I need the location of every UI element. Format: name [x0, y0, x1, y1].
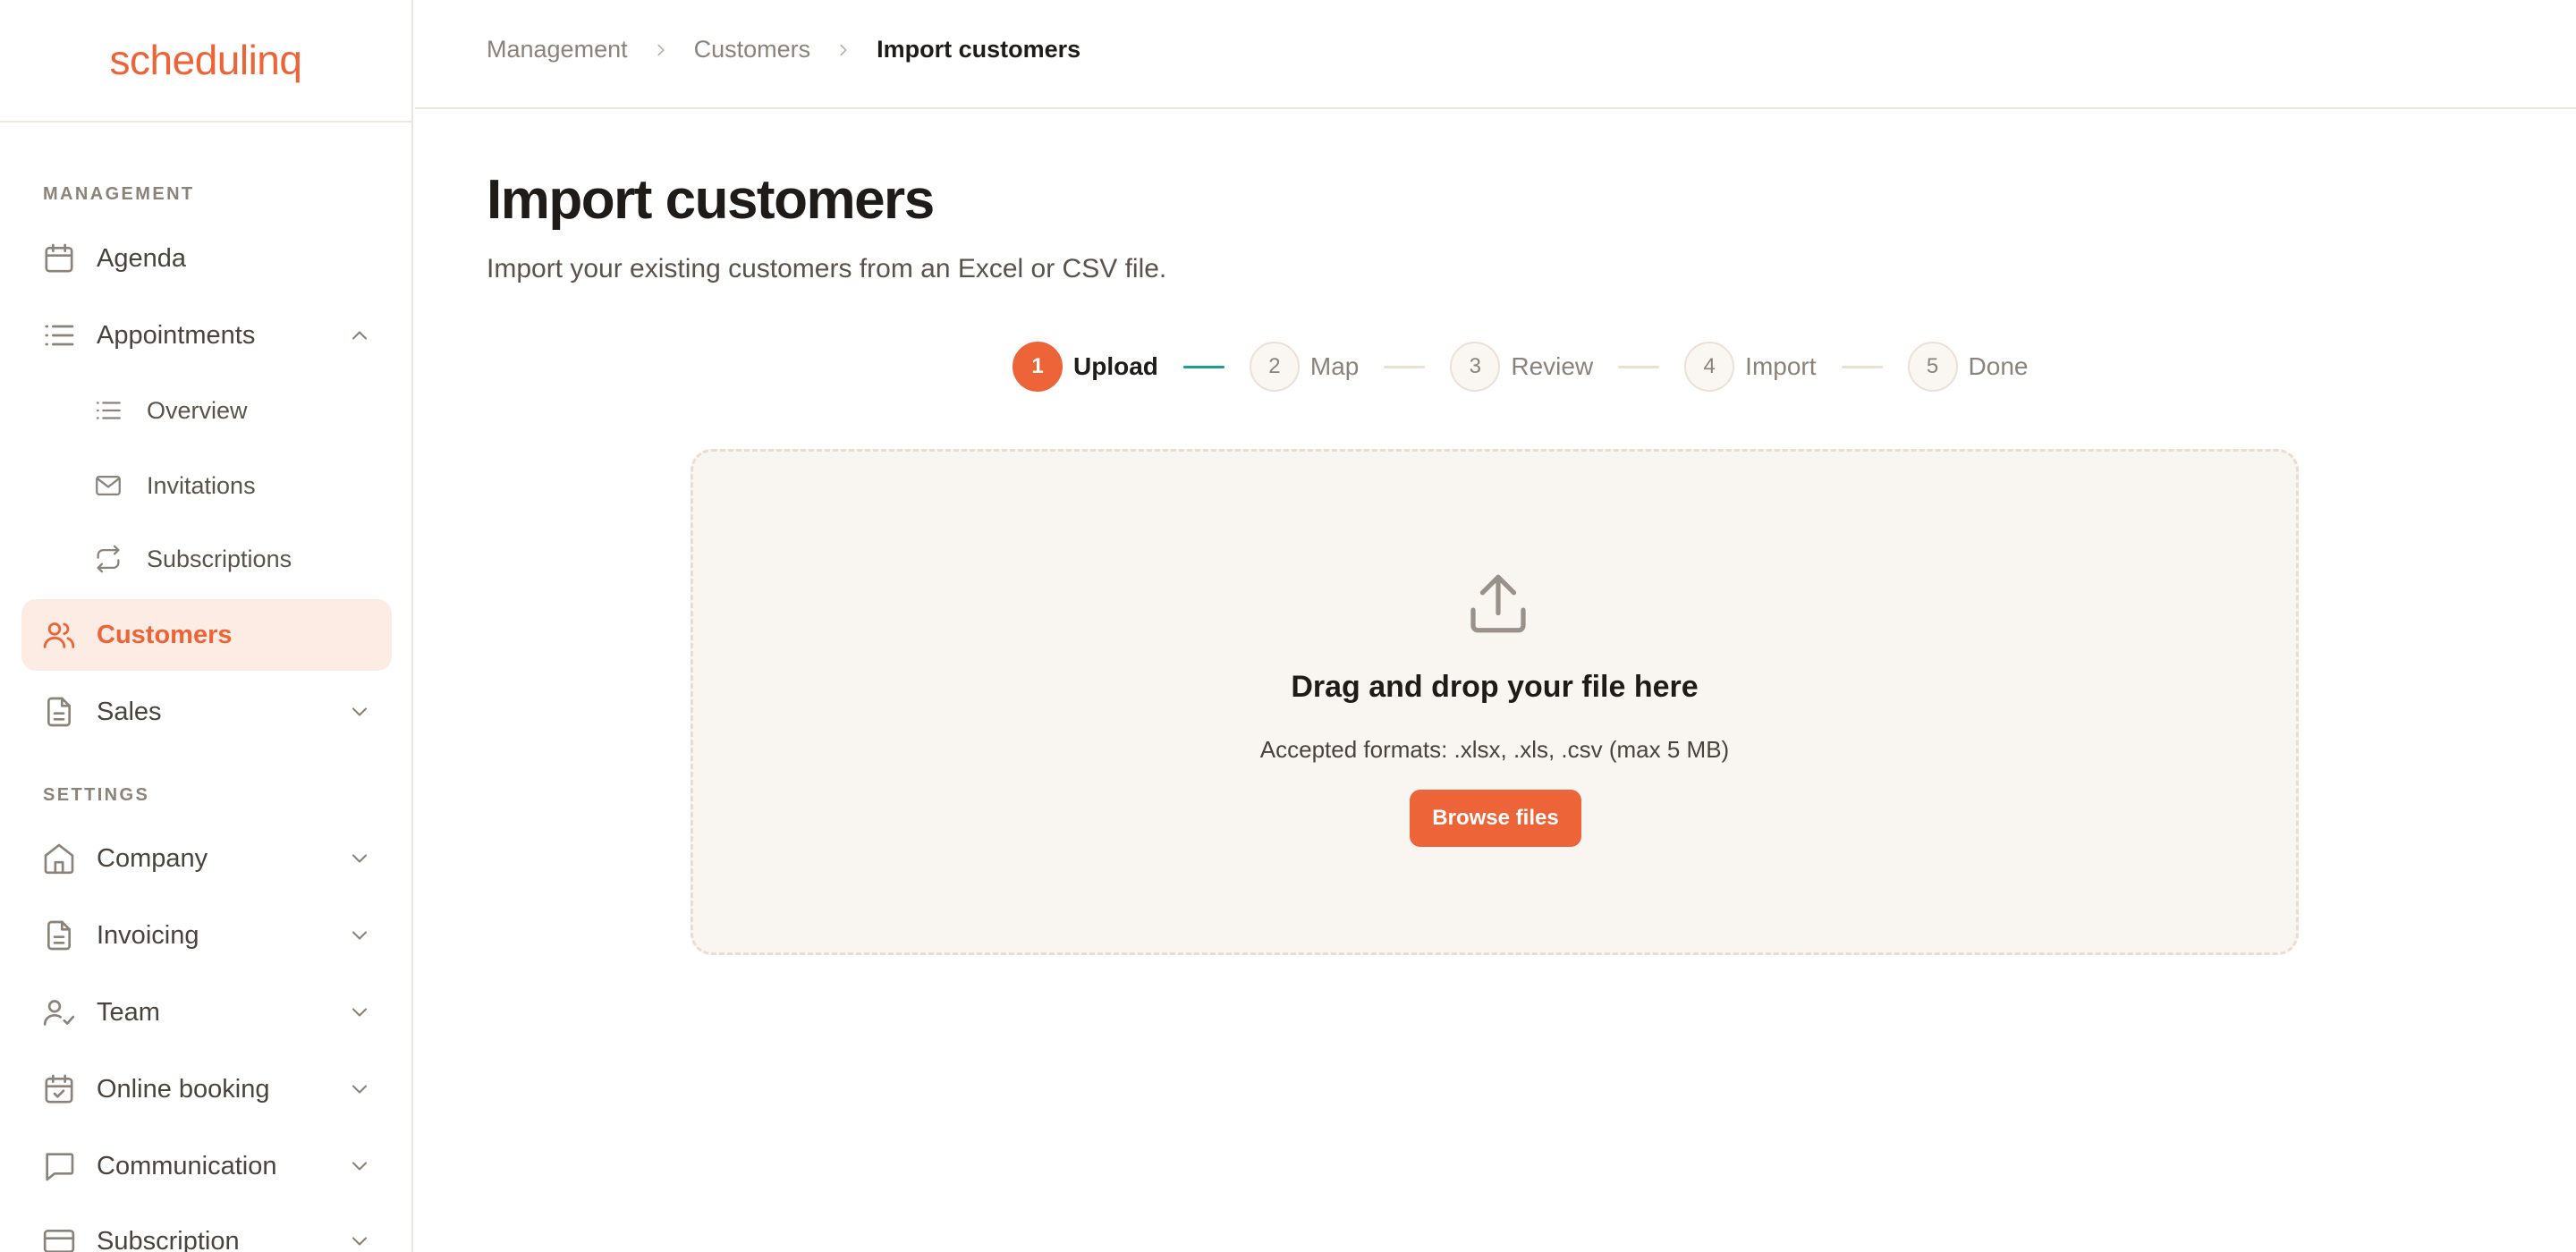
- chevron-down-icon[interactable]: [347, 1077, 372, 1102]
- step-label: Upload: [1073, 352, 1158, 380]
- sidebar-item-company[interactable]: Company: [21, 823, 392, 894]
- sidebar-item-agenda[interactable]: Agenda: [21, 223, 392, 294]
- accepted-formats: Accepted formats: .xlsx, .xls, .csv (max…: [1259, 736, 1730, 763]
- breadcrumb: Management Customers Import customers: [487, 36, 1080, 63]
- document-icon: [47, 920, 71, 951]
- chat-icon: [46, 1153, 74, 1181]
- page-title: Import customers: [487, 169, 935, 231]
- step-number: 3: [1450, 342, 1501, 392]
- sidebar-item-communication[interactable]: Communication: [21, 1130, 392, 1202]
- file-dropzone[interactable]: Drag and drop your file here Accepted fo…: [691, 449, 2299, 955]
- sidebar-item-appointments[interactable]: Appointments: [21, 300, 392, 371]
- repeat-icon: [97, 545, 120, 573]
- chevron-right-icon: [657, 44, 665, 55]
- breadcrumb-customers[interactable]: Customers: [694, 36, 811, 63]
- step-review: 3 Review: [1450, 342, 1593, 392]
- sidebar-item-label: Agenda: [97, 243, 186, 273]
- calendar-icon: [45, 243, 73, 273]
- user-check-icon: [43, 1000, 75, 1026]
- page-subtitle: Import your existing customers from an E…: [487, 254, 1167, 283]
- chevron-down-icon[interactable]: [347, 923, 372, 948]
- sidebar-item-label: Subscription: [97, 1226, 240, 1252]
- step-number: 1: [1013, 342, 1063, 392]
- sidebar-item-label: Appointments: [97, 320, 256, 350]
- chevron-down-icon[interactable]: [347, 1229, 372, 1252]
- step-number: 5: [1907, 342, 1958, 392]
- import-stepper: 1 Upload 2 Map 3 Review 4 Import 5 Done: [1013, 342, 2028, 392]
- sidebar-item-online-booking[interactable]: Online booking: [21, 1053, 392, 1125]
- step-connector: [1618, 365, 1660, 368]
- step-done: 5 Done: [1907, 342, 2029, 392]
- step-number: 2: [1249, 342, 1300, 392]
- sidebar-item-label: Company: [97, 843, 208, 873]
- browse-files-button[interactable]: Browse files: [1410, 790, 1581, 847]
- sidebar-item-label: Invitations: [147, 471, 256, 499]
- topbar: Management Customers Import customers: [415, 0, 2576, 109]
- sidebar-item-customers[interactable]: Customers: [21, 599, 392, 671]
- credit-card-icon: [43, 1230, 75, 1252]
- step-label: Import: [1745, 352, 1817, 380]
- sidebar-item-label: Subscriptions: [147, 545, 292, 572]
- dropzone-title: Drag and drop your file here: [1291, 670, 1699, 704]
- home-icon: [44, 843, 74, 875]
- step-label: Review: [1511, 352, 1594, 380]
- chevron-right-icon: [840, 44, 847, 55]
- list-icon: [45, 325, 74, 346]
- step-connector: [1182, 365, 1224, 368]
- chevron-down-icon[interactable]: [347, 1154, 372, 1179]
- section-label-settings: SETTINGS: [43, 785, 150, 805]
- sidebar-item-label: Online booking: [97, 1074, 270, 1104]
- step-label: Done: [1968, 352, 2029, 380]
- upload-icon: [1470, 574, 1526, 633]
- sidebar-item-label: Sales: [97, 697, 162, 726]
- chevron-down-icon[interactable]: [347, 699, 372, 724]
- chevron-down-icon[interactable]: [347, 846, 372, 871]
- sidebar-item-overview[interactable]: Overview: [21, 375, 392, 446]
- step-connector: [1841, 365, 1883, 368]
- calendar-check-icon: [45, 1074, 73, 1104]
- list-icon: [96, 402, 121, 419]
- sidebar-item-invitations[interactable]: Invitations: [21, 450, 392, 521]
- sidebar-item-label: Customers: [97, 620, 233, 649]
- breadcrumb-current: Import customers: [877, 36, 1081, 63]
- sidebar-item-label: Team: [97, 997, 160, 1027]
- step-number: 4: [1684, 342, 1735, 392]
- logo[interactable]: schedulinq: [110, 36, 302, 84]
- step-connector: [1384, 365, 1426, 368]
- step-upload: 1 Upload: [1013, 342, 1158, 392]
- step-import: 4 Import: [1684, 342, 1817, 392]
- sidebar-item-label: Overview: [147, 396, 248, 424]
- step-label: Map: [1309, 352, 1360, 380]
- users-icon: [43, 622, 75, 648]
- chevron-up-icon[interactable]: [347, 323, 372, 348]
- chevron-down-icon[interactable]: [347, 1000, 372, 1025]
- sidebar-item-invoicing[interactable]: Invoicing: [21, 900, 392, 971]
- section-label-management: MANAGEMENT: [43, 184, 195, 204]
- mail-icon: [96, 475, 121, 496]
- sidebar-item-sales[interactable]: Sales: [21, 676, 392, 748]
- sidebar-item-label: Communication: [97, 1151, 277, 1180]
- logo-area: schedulinq: [0, 0, 411, 123]
- sidebar: schedulinq MANAGEMENT Agenda Appointment…: [0, 0, 413, 1252]
- document-icon: [47, 697, 71, 727]
- step-map: 2 Map: [1249, 342, 1360, 392]
- breadcrumb-management[interactable]: Management: [487, 36, 628, 63]
- sidebar-item-label: Invoicing: [97, 920, 199, 950]
- sidebar-item-subscription[interactable]: Subscription: [21, 1205, 392, 1252]
- sidebar-item-team[interactable]: Team: [21, 977, 392, 1048]
- sidebar-item-subscriptions[interactable]: Subscriptions: [21, 523, 392, 595]
